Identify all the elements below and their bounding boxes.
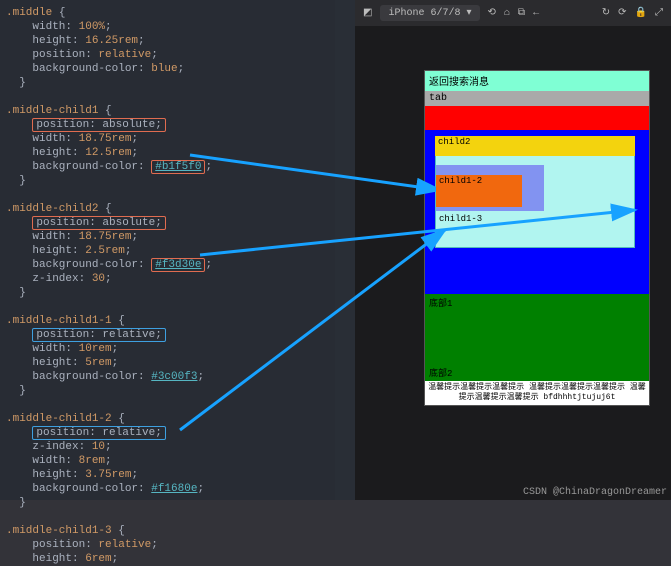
home-icon[interactable]: ⌂ — [504, 8, 510, 19]
selector: .middle-child1-2 — [6, 413, 112, 425]
refresh-icon[interactable]: ⟳ — [618, 7, 626, 19]
highlight-box: position: relative; — [32, 426, 165, 440]
middle-child1-2: child1-2 — [436, 175, 522, 207]
selector: .middle-child1-1 — [6, 315, 112, 327]
screenshot-icon[interactable]: ⧉ — [518, 7, 525, 19]
selector: .middle-child1-3 — [6, 525, 112, 537]
devtools-bar: ◩ iPhone 6/7/8 ▾ ⟲ ⌂ ⧉ ← ↻ ⟳ 🔒 ⤢ — [355, 0, 671, 26]
middle-child2: child2 — [435, 136, 635, 156]
red-block — [425, 106, 649, 130]
tip-text: 温馨提示温馨提示温馨提示 温馨提示温馨提示温馨提示 温馨提示温馨提示温馨提示 b… — [425, 381, 649, 405]
selector: .middle-child2 — [6, 203, 98, 215]
middle-block: child1-2 child1-3 child2 — [425, 130, 649, 270]
reload-icon[interactable]: ↻ — [602, 7, 610, 19]
bottom1: 底部1 — [425, 294, 649, 364]
lock-icon[interactable]: 🔒 — [635, 7, 647, 19]
highlight-box: position: absolute; — [32, 118, 165, 132]
tab-bar[interactable]: tab — [425, 91, 649, 106]
rotate-icon[interactable]: ⟲ — [488, 7, 496, 19]
selector: .middle-child1 — [6, 105, 98, 117]
page-frame[interactable]: 返回搜索消息 tab child1-2 child1-3 child2 底部1 … — [425, 71, 649, 405]
highlight-box: #f3d30e — [151, 258, 205, 272]
expand-icon[interactable]: ⤢ — [655, 7, 663, 19]
highlight-box: position: relative; — [32, 328, 165, 342]
blue-block — [425, 270, 649, 294]
bottom2: 底部2 — [425, 364, 649, 381]
highlight-box: position: absolute; — [32, 216, 165, 230]
minimap[interactable] — [335, 0, 355, 500]
device-preview: 返回搜索消息 tab child1-2 child1-3 child2 底部1 … — [355, 26, 671, 500]
back-icon[interactable]: ← — [533, 8, 539, 19]
middle-child1-3: child1-3 — [436, 213, 485, 225]
code-editor[interactable]: .middle { width: 100%; height: 16.25rem;… — [0, 0, 355, 500]
highlight-box: #b1f5f0 — [151, 160, 205, 174]
back-bar[interactable]: 返回搜索消息 — [425, 71, 649, 91]
device-selector[interactable]: iPhone 6/7/8 ▾ — [380, 5, 479, 21]
inspect-icon[interactable]: ◩ — [363, 7, 372, 19]
watermark: CSDN @ChinaDragonDreamer — [523, 487, 667, 498]
selector: .middle — [6, 7, 52, 19]
